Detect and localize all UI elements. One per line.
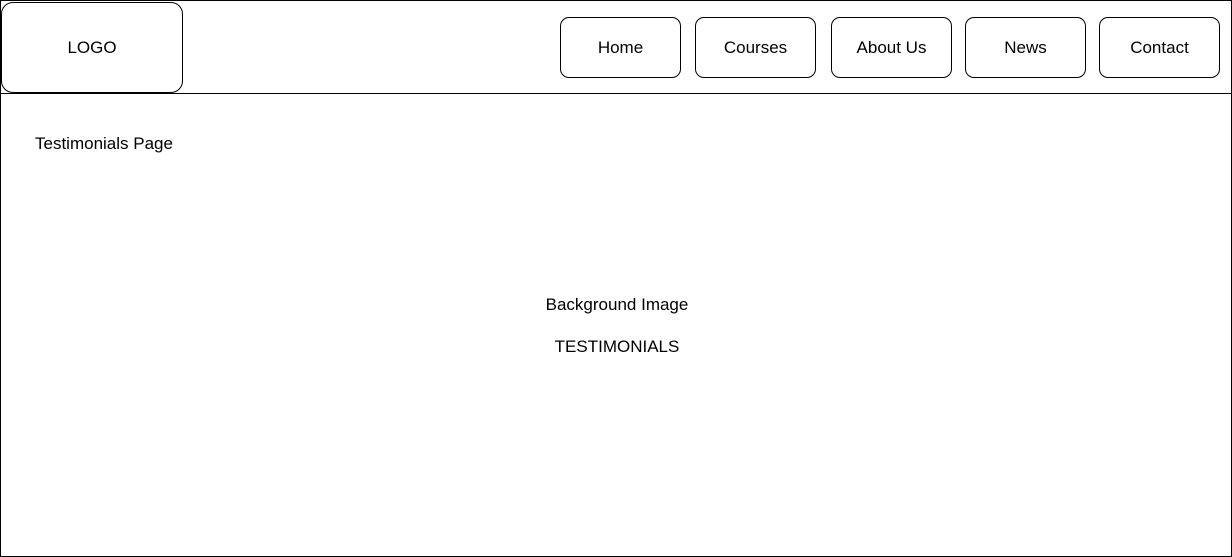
page-title: Testimonials Page	[35, 134, 173, 153]
nav-courses-button[interactable]: Courses	[695, 17, 816, 78]
page-frame: LOGO Home Courses About Us News Contact …	[0, 0, 1232, 557]
nav-about-us-button[interactable]: About Us	[831, 17, 952, 78]
background-image-placeholder: Background Image	[545, 295, 689, 314]
logo[interactable]: LOGO	[1, 2, 183, 93]
hero-title: TESTIMONIALS	[554, 337, 680, 356]
nav-home-button[interactable]: Home	[560, 17, 681, 78]
nav-news-button[interactable]: News	[965, 17, 1086, 78]
header: LOGO Home Courses About Us News Contact	[1, 1, 1232, 94]
nav-contact-button[interactable]: Contact	[1099, 17, 1220, 78]
